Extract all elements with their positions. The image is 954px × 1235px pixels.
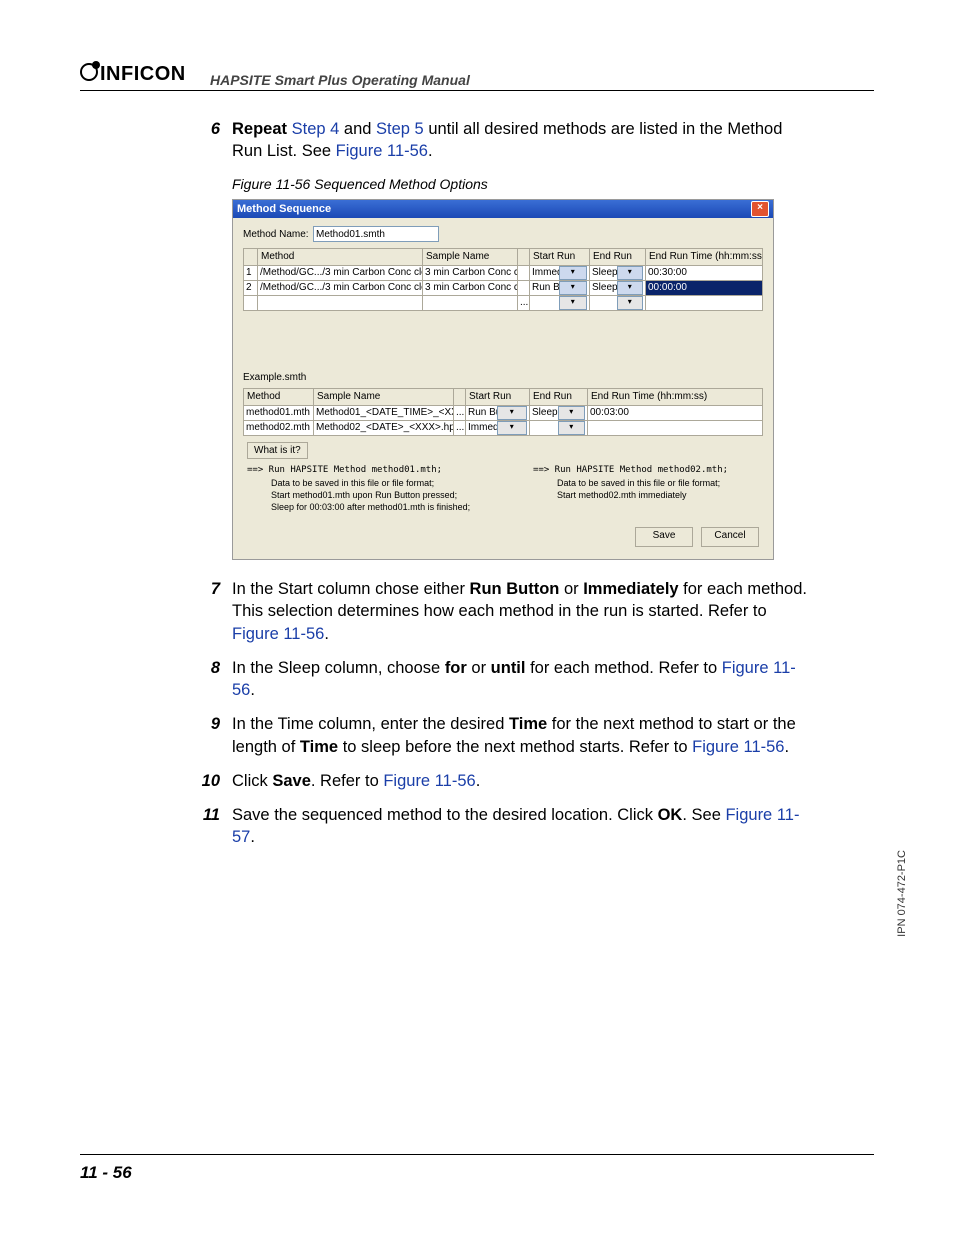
chevron-down-icon: ▾ (558, 406, 586, 420)
chevron-down-icon[interactable]: ▾ (559, 266, 588, 280)
step-number: 11 (190, 804, 232, 849)
link-fig-11-56[interactable]: Figure 11-56 (232, 625, 324, 643)
step-text: Click Save. Refer to Figure 11-56. (232, 770, 810, 792)
brand-logo: INFICON (80, 62, 186, 86)
content-area: 6 Repeat Step 4 and Step 5 until all des… (190, 118, 810, 861)
start-run-cell[interactable]: Run Button▾ (530, 280, 590, 295)
chevron-down-icon[interactable]: ▾ (559, 296, 588, 310)
step-number: 7 (190, 578, 232, 645)
step-9: 9 In the Time column, enter the desired … (190, 713, 810, 758)
link-fig-11-56[interactable]: Figure 11-56 (336, 142, 428, 160)
figure-caption: Figure 11-56 Sequenced Method Options (232, 175, 810, 194)
example-label: Example.smth (243, 371, 773, 385)
link-step5[interactable]: Step 5 (376, 120, 424, 138)
start-run-cell[interactable]: Immediately▾ (530, 265, 590, 280)
step-number: 8 (190, 657, 232, 702)
step-text: Save the sequenced method to the desired… (232, 804, 810, 849)
top-grid-row: 2 /Method/GC.../3 min Carbon Conc cleano… (244, 280, 763, 295)
method-name-label: Method Name: (243, 228, 313, 242)
step-6: 6 Repeat Step 4 and Step 5 until all des… (190, 118, 810, 163)
chevron-down-icon[interactable]: ▾ (617, 281, 644, 295)
logo-icon (80, 63, 98, 81)
example-grid-row: method02.mth Method02_<DATE>_<XXX>.hps .… (244, 420, 763, 435)
sample-browse-button[interactable]: ... (454, 420, 466, 435)
end-run-cell[interactable]: Sleep for▾ (590, 265, 646, 280)
step-7: 7 In the Start column chose either Run B… (190, 578, 810, 645)
manual-title: HAPSITE Smart Plus Operating Manual (210, 72, 874, 88)
page-number: 11 - 56 (80, 1163, 132, 1183)
footer-rule (80, 1154, 874, 1155)
chevron-down-icon: ▾ (497, 421, 528, 435)
dialog-title: Method Sequence (237, 202, 751, 217)
step-number: 6 (190, 118, 232, 163)
step-text: In the Start column chose either Run But… (232, 578, 810, 645)
end-time-cell[interactable]: 00:00:00 (646, 280, 763, 295)
step-10: 10 Click Save. Refer to Figure 11-56. (190, 770, 810, 792)
dialog-method-sequence: Method Sequence × Method Name: Method (232, 199, 774, 560)
dialog-titlebar: Method Sequence × (233, 200, 773, 218)
step-text: Repeat Step 4 and Step 5 until all desir… (232, 118, 810, 163)
end-run-cell[interactable]: Sleep until▾ (590, 280, 646, 295)
what-is-it-button[interactable]: What is it? (247, 442, 308, 460)
step-number: 9 (190, 713, 232, 758)
example-grid: Method Sample Name Start Run End Run End… (243, 388, 763, 436)
example-grid-row: method01.mth Method01_<DATE_TIME>_<XXX>.… (244, 405, 763, 420)
explanation-area: ==> Run HAPSITE Method method01.mth; Dat… (247, 463, 759, 513)
save-button[interactable]: Save (635, 527, 693, 547)
explain-right: ==> Run HAPSITE Method method02.mth; Dat… (533, 463, 759, 513)
top-grid: Method Sample Name Start Run End Run End… (243, 248, 763, 311)
chevron-down-icon[interactable]: ▾ (559, 281, 588, 295)
dialog-footer: Save Cancel (233, 527, 759, 547)
method-name-row: Method Name: (243, 226, 763, 242)
top-grid-header: Method Sample Name Start Run End Run End… (244, 249, 763, 266)
ipn-code: IPN 074-472-P1C (896, 850, 908, 937)
cancel-button[interactable]: Cancel (701, 527, 759, 547)
link-fig-11-56[interactable]: Figure 11-56 (692, 738, 784, 756)
chevron-down-icon: ▾ (497, 406, 528, 420)
top-grid-row-blank: ... ▾ ▾ (244, 295, 763, 310)
top-grid-row: 1 /Method/GC.../3 min Carbon Conc cleano… (244, 265, 763, 280)
sample-browse-button[interactable]: ... (518, 295, 530, 310)
chevron-down-icon[interactable]: ▾ (617, 296, 644, 310)
end-time-cell[interactable]: 00:30:00 (646, 265, 763, 280)
link-fig-11-56[interactable]: Figure 11-56 (383, 772, 475, 790)
chevron-down-icon[interactable]: ▾ (617, 266, 644, 280)
step-number: 10 (190, 770, 232, 792)
brand-text: INFICON (100, 63, 186, 85)
close-icon[interactable]: × (751, 201, 769, 217)
sample-browse-button[interactable]: ... (454, 405, 466, 420)
link-step4[interactable]: Step 4 (292, 120, 340, 138)
method-name-input[interactable] (313, 226, 439, 242)
step-11: 11 Save the sequenced method to the desi… (190, 804, 810, 849)
explain-left: ==> Run HAPSITE Method method01.mth; Dat… (247, 463, 473, 513)
step-text: In the Sleep column, choose for or until… (232, 657, 810, 702)
example-grid-header: Method Sample Name Start Run End Run End… (244, 389, 763, 406)
chevron-down-icon: ▾ (558, 421, 586, 435)
step-8: 8 In the Sleep column, choose for or unt… (190, 657, 810, 702)
page-header: INFICON HAPSITE Smart Plus Operating Man… (80, 58, 874, 91)
step-text: In the Time column, enter the desired Ti… (232, 713, 810, 758)
